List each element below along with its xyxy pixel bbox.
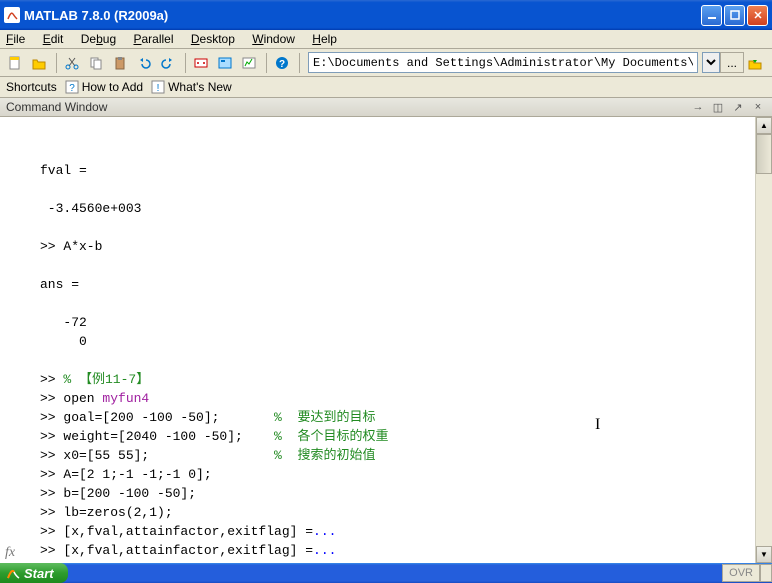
- current-folder-input[interactable]: [308, 52, 698, 73]
- output-line: >> % 【例11-7】: [40, 372, 149, 387]
- output-line: >> x0=[55 55]; % 搜索的初始值: [40, 448, 375, 463]
- output-line: fval =: [40, 163, 87, 178]
- fx-gutter[interactable]: fx: [0, 117, 20, 563]
- separator: [266, 53, 267, 73]
- output-line: [40, 353, 48, 368]
- simulink-button[interactable]: [190, 52, 212, 74]
- output-line: >> weight=[2040 -100 -50]; % 各个目标的权重: [40, 429, 388, 444]
- svg-text:?: ?: [279, 59, 285, 70]
- profiler-button[interactable]: [238, 52, 260, 74]
- vertical-scrollbar[interactable]: ▲ ▼: [755, 117, 772, 563]
- whats-new-label: What's New: [168, 80, 232, 94]
- guide-button[interactable]: [214, 52, 236, 74]
- help-button[interactable]: ?: [271, 52, 293, 74]
- up-folder-button[interactable]: [744, 52, 766, 74]
- redo-button[interactable]: [157, 52, 179, 74]
- open-button[interactable]: [28, 52, 50, 74]
- new-button[interactable]: [4, 52, 26, 74]
- output-line: [40, 182, 48, 197]
- output-line: 0: [40, 334, 87, 349]
- scroll-track[interactable]: [756, 134, 772, 546]
- cut-button[interactable]: [61, 52, 83, 74]
- command-window[interactable]: fx fval = -3.4560e+003 >> A*x-b ans = -7…: [0, 117, 772, 563]
- main-toolbar: ? ...: [0, 49, 772, 77]
- output-line: >> lb=zeros(2,1);: [40, 505, 173, 520]
- text-cursor: I: [595, 415, 600, 434]
- output-line: >> b=[200 -100 -50];: [40, 486, 196, 501]
- command-window-content[interactable]: fval = -3.4560e+003 >> A*x-b ans = -72 0…: [20, 117, 755, 563]
- output-line: -72: [40, 315, 87, 330]
- close-button[interactable]: [747, 5, 768, 26]
- scroll-up-button[interactable]: ▲: [756, 117, 772, 134]
- output-line: [40, 296, 48, 311]
- ovr-indicator: OVR: [722, 564, 760, 582]
- app-icon: [4, 7, 20, 23]
- menu-window[interactable]: Window: [252, 32, 295, 46]
- titlebar: MATLAB 7.8.0 (R2009a): [0, 0, 772, 30]
- scroll-down-button[interactable]: ▼: [756, 546, 772, 563]
- resize-grip[interactable]: [760, 564, 772, 582]
- output-line: ans =: [40, 277, 79, 292]
- copy-button[interactable]: [85, 52, 107, 74]
- output-line: -3.4560e+003: [40, 201, 141, 216]
- browse-button[interactable]: ...: [720, 52, 744, 73]
- svg-text:?: ?: [69, 83, 75, 94]
- output-line: >> open myfun4: [40, 391, 149, 406]
- menu-desktop[interactable]: Desktop: [191, 32, 235, 46]
- panel-arrow-icon[interactable]: →: [690, 100, 706, 114]
- how-to-add-label: How to Add: [82, 80, 143, 94]
- output-line: >> goal=[200 -100 -50]; % 要达到的目标: [40, 410, 375, 425]
- separator: [185, 53, 186, 73]
- separator: [56, 53, 57, 73]
- output-line: >> A*x-b: [40, 239, 102, 254]
- command-window-header: Command Window → ◫ ↗ ×: [0, 98, 772, 117]
- start-label: Start: [24, 566, 54, 581]
- menu-help[interactable]: Help: [312, 32, 337, 46]
- separator: [299, 53, 300, 73]
- menu-edit[interactable]: Edit: [43, 32, 64, 46]
- undo-button[interactable]: [133, 52, 155, 74]
- output-line: >> [x,fval,attainfactor,exitflag] =...: [40, 543, 336, 558]
- menu-parallel[interactable]: Parallel: [133, 32, 173, 46]
- maximize-button[interactable]: [724, 5, 745, 26]
- output-line: [40, 258, 48, 273]
- output-line: >> A=[2 1;-1 -1;-1 0];: [40, 467, 212, 482]
- command-window-title: Command Window: [6, 100, 686, 114]
- shortcuts-label: Shortcuts: [6, 80, 57, 94]
- menubar: File Edit Debug Parallel Desktop Window …: [0, 30, 772, 49]
- how-to-add-icon: ?: [65, 80, 79, 94]
- output-line: [40, 220, 48, 235]
- output-line: >> [x,fval,attainfactor,exitflag] =...: [40, 524, 336, 539]
- menu-debug[interactable]: Debug: [81, 32, 116, 46]
- menu-file[interactable]: File: [6, 32, 25, 46]
- scroll-thumb[interactable]: [756, 134, 772, 174]
- shortcuts-bar: Shortcuts ? How to Add ! What's New: [0, 77, 772, 98]
- panel-undock-icon[interactable]: ↗: [730, 100, 746, 114]
- how-to-add-shortcut[interactable]: ? How to Add: [65, 80, 143, 94]
- paste-button[interactable]: [109, 52, 131, 74]
- start-button[interactable]: Start: [0, 563, 68, 583]
- matlab-icon: [6, 566, 20, 580]
- panel-dock-icon[interactable]: ◫: [710, 100, 726, 114]
- path-dropdown[interactable]: [702, 52, 720, 73]
- whats-new-icon: !: [151, 80, 165, 94]
- minimize-button[interactable]: [701, 5, 722, 26]
- whats-new-shortcut[interactable]: ! What's New: [151, 80, 232, 94]
- panel-close-icon[interactable]: ×: [750, 100, 766, 114]
- output-line: [40, 144, 48, 159]
- taskbar: Start OVR: [0, 563, 772, 583]
- svg-text:!: !: [157, 83, 160, 94]
- window-title: MATLAB 7.8.0 (R2009a): [24, 8, 699, 23]
